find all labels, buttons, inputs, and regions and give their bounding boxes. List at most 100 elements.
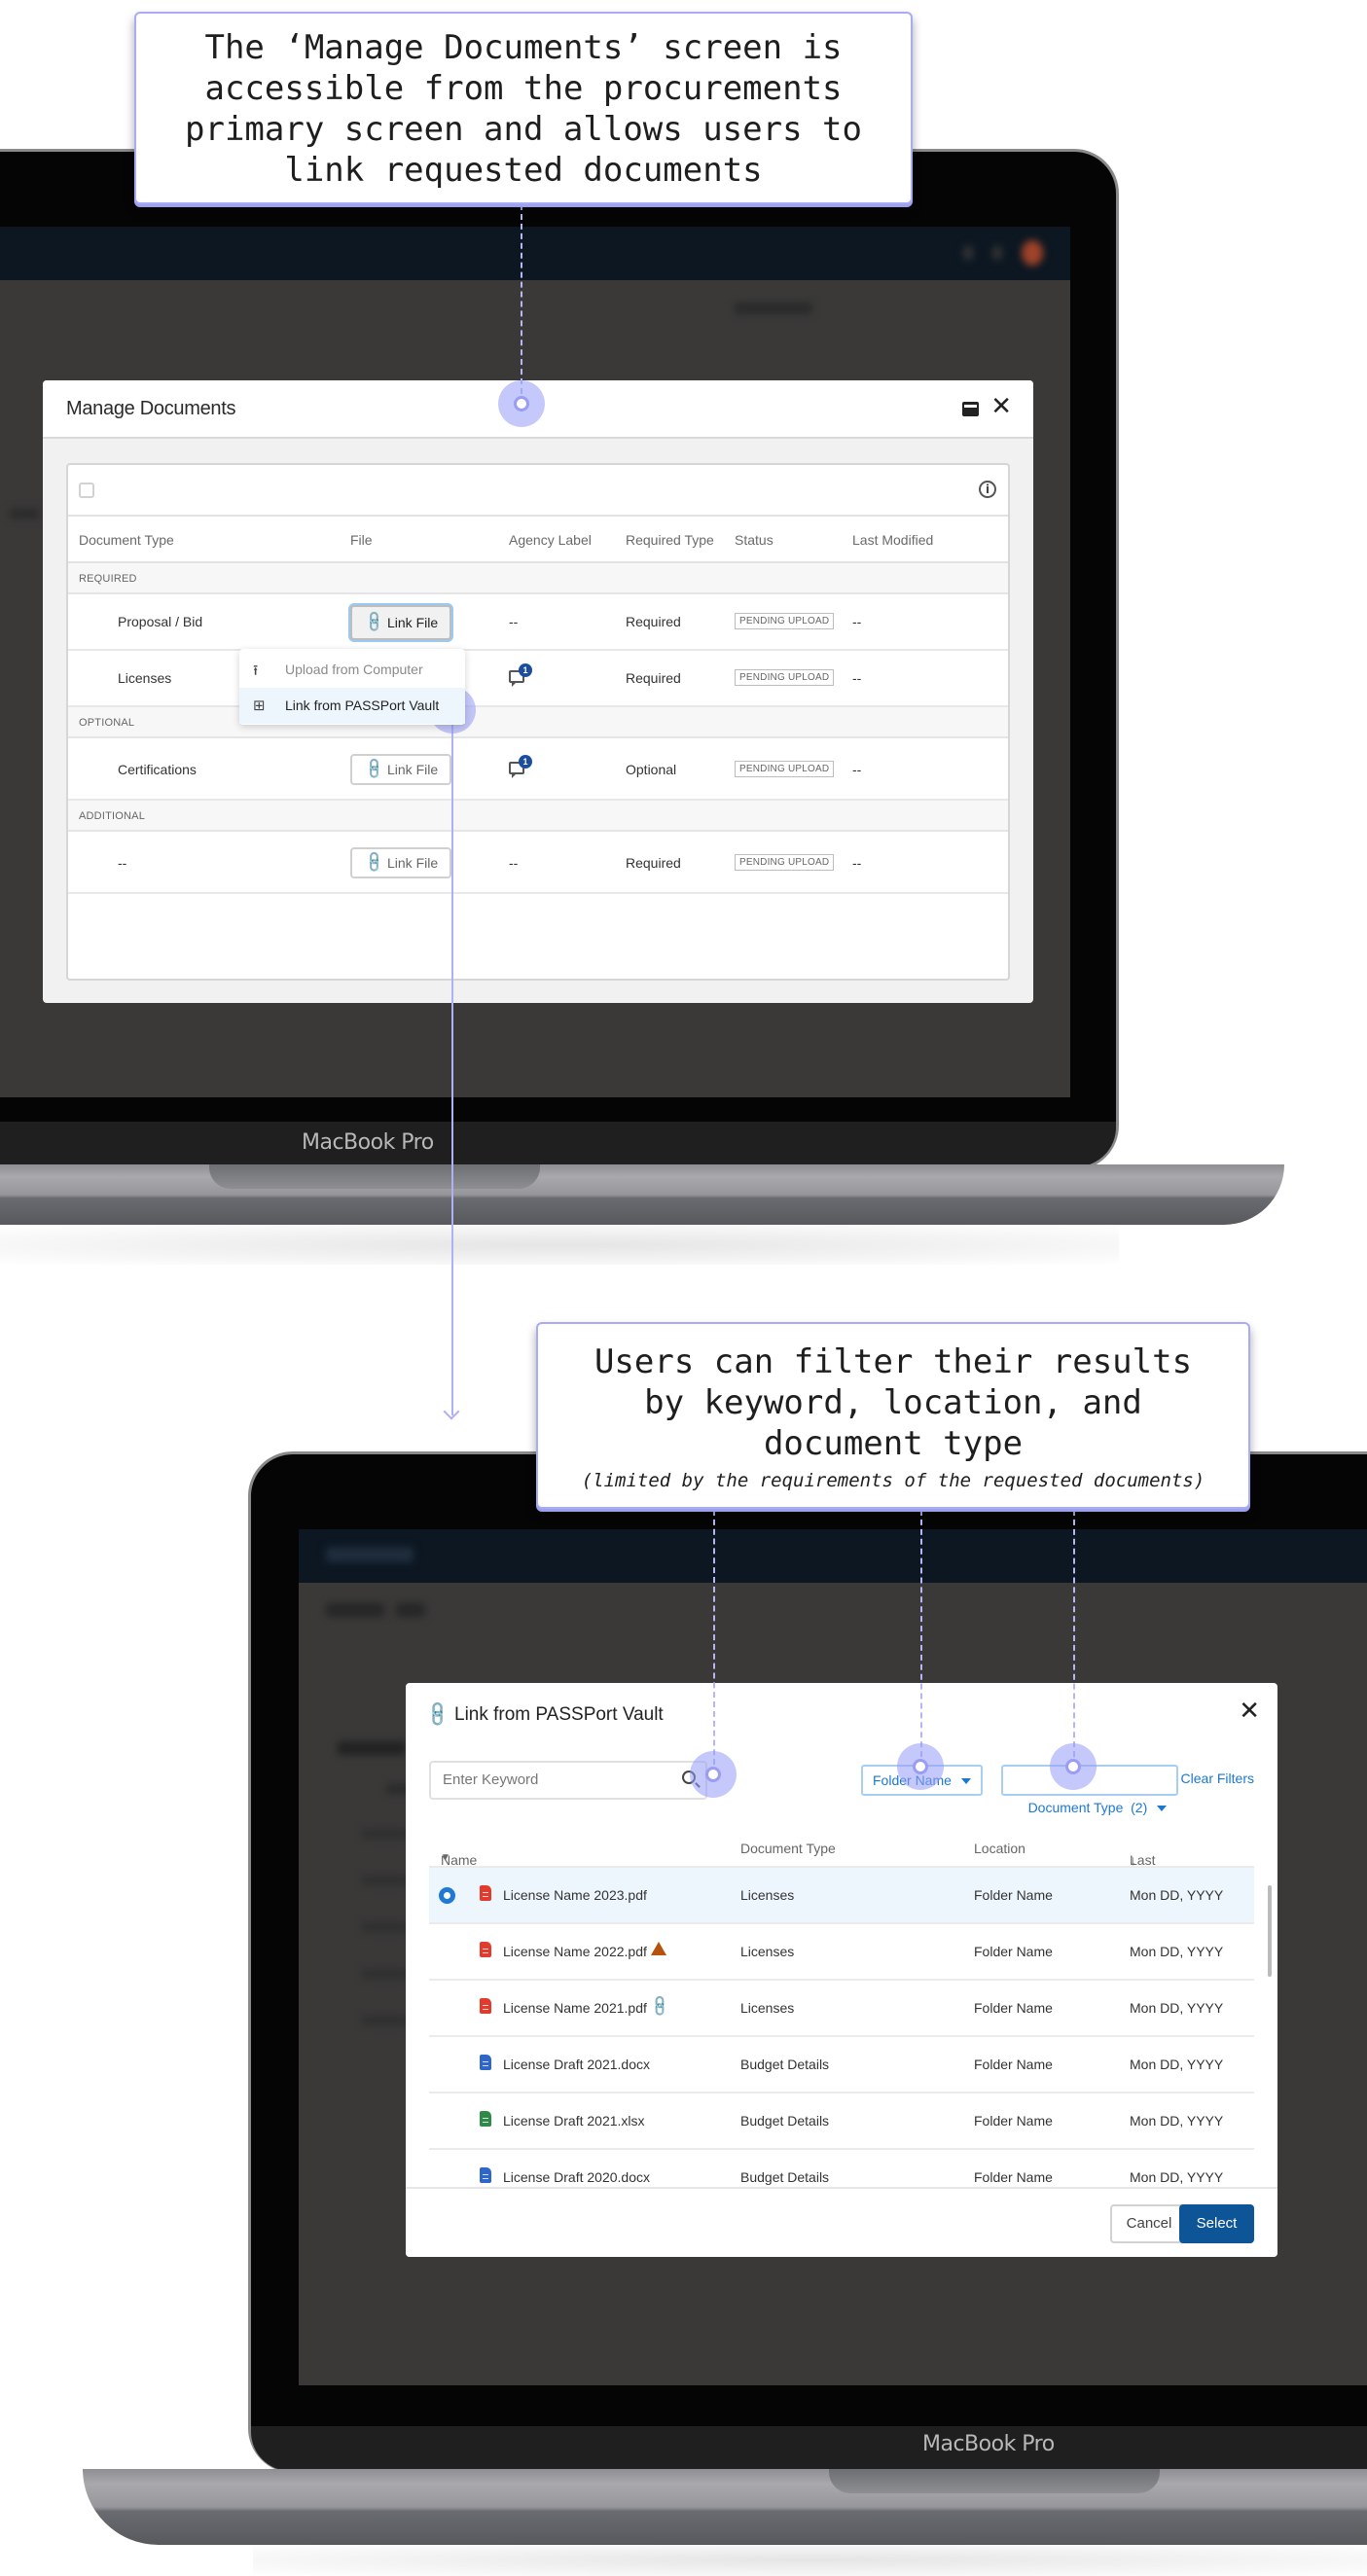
agency-label-cell: -- — [509, 855, 519, 871]
table-row: Certifications 🔗 Link File 1 Optional PEN… — [68, 738, 1008, 801]
callout-connector-line — [713, 1510, 715, 1774]
callout-connector-line — [1073, 1510, 1075, 1767]
select-all-checkbox[interactable] — [79, 483, 94, 498]
vault-table-header: Name ▼ Document Type Location Last Modif… — [429, 1829, 1254, 1883]
document-type-cell: Proposal / Bid — [118, 614, 203, 629]
info-icon[interactable]: i — [979, 481, 996, 498]
file-name: License Name 2021.pdf — [503, 2000, 647, 2016]
paperclip-icon: 🔗 — [362, 850, 387, 876]
table-row[interactable]: License Draft 2020.docx Budget Details F… — [429, 2150, 1254, 2187]
file-name: License Draft 2020.docx — [503, 2169, 650, 2185]
link-file-button[interactable]: 🔗 Link File — [350, 605, 451, 640]
menu-item-link-from-vault[interactable]: ⊞ Link from PASSPort Vault — [239, 688, 465, 724]
link-file-label: Link File — [387, 855, 439, 871]
table-row[interactable]: License Draft 2021.xlsx Budget Details F… — [429, 2093, 1254, 2150]
select-button[interactable]: Select — [1179, 2204, 1254, 2243]
filter-label: Document Type (2) — [1027, 1800, 1148, 1815]
section-additional: ADDITIONAL — [68, 801, 1008, 832]
modal-title: Manage Documents — [66, 398, 236, 419]
background-blur-breadcrumb — [396, 1603, 425, 1617]
menu-item-label: Link from PASSPort Vault — [285, 698, 440, 713]
pdf-file-icon — [480, 1885, 491, 1901]
table-scrollbar[interactable] — [1268, 1885, 1272, 1977]
clear-filters-link[interactable]: Clear Filters — [1181, 1771, 1254, 1786]
background-app-header — [0, 227, 1070, 280]
laptop-bottom-shadow — [253, 2544, 1367, 2576]
callout-connector-line — [521, 204, 522, 394]
table-row[interactable]: License Draft 2021.docx Budget Details F… — [429, 2037, 1254, 2093]
close-icon[interactable]: ✕ — [990, 394, 1012, 419]
file-name: License Draft 2021.docx — [503, 2057, 650, 2072]
table-row[interactable]: License Name 2022.pdf Licenses Folder Na… — [429, 1924, 1254, 1981]
flow-connector-line — [451, 710, 453, 1415]
flow-arrow-tip — [443, 1403, 460, 1420]
status-badge: PENDING UPLOAD — [735, 854, 835, 871]
link-file-label: Link File — [387, 615, 439, 630]
agency-label-cell: -- — [509, 614, 519, 629]
document-type-cell: Licenses — [118, 670, 172, 686]
last-modified-cell: -- — [852, 670, 862, 686]
document-type-cell: Budget Details — [740, 2169, 830, 2185]
background-blur-item — [362, 1876, 411, 1885]
callout-text: Users can filter their results by keywor… — [594, 1342, 1193, 1463]
sort-caret-down-icon: ▼ — [441, 1852, 450, 1863]
location-cell: Folder Name — [974, 1944, 1053, 1959]
cancel-button[interactable]: Cancel — [1110, 2204, 1188, 2243]
docx-file-icon — [480, 2167, 491, 2183]
pdf-file-icon — [480, 1942, 491, 1957]
table-toolbar: i — [68, 465, 1008, 517]
hotspot-marker-doctype — [1050, 1743, 1097, 1790]
docx-file-icon — [480, 2055, 491, 2070]
menu-item-label: Upload from Computer — [285, 662, 423, 677]
comment-count-badge: 1 — [519, 755, 532, 769]
hotspot-marker — [498, 380, 545, 427]
document-type-cell: Budget Details — [740, 2113, 830, 2129]
column-header-location[interactable]: Location — [974, 1841, 1025, 1856]
keyword-search-field — [429, 1761, 707, 1800]
file-name: License Name 2023.pdf — [503, 1887, 647, 1903]
background-blur-icon — [963, 246, 973, 260]
section-label: ADDITIONAL — [79, 810, 146, 822]
background-blur-item — [362, 1969, 411, 1979]
column-header-document-type[interactable]: Document Type — [740, 1841, 836, 1856]
background-blur-app-name — [326, 1547, 414, 1562]
caret-down-icon — [960, 1778, 971, 1785]
manage-documents-modal: Manage Documents ✕ i Document Type File … — [43, 380, 1033, 1003]
column-header-document-type: Document Type — [79, 532, 174, 548]
background-blur-breadcrumb — [326, 1603, 384, 1617]
laptop-top-notch — [209, 1164, 540, 1189]
paperclip-icon: 🔗 — [362, 757, 387, 782]
minimize-icon[interactable] — [962, 402, 979, 416]
callout-connector-line — [920, 1510, 922, 1767]
last-modified-cell: Mon DD, YYYY — [1130, 1887, 1224, 1903]
close-icon[interactable]: ✕ — [1239, 1697, 1260, 1726]
laptop-brand-label: MacBook Pro — [922, 2432, 1055, 2456]
link-file-dropdown-menu: ⭱ Upload from Computer ⊞ Link from PASSP… — [239, 649, 465, 725]
background-blur-avatar — [1022, 240, 1043, 266]
link-file-button[interactable]: 🔗 Link File — [350, 754, 451, 785]
table-row[interactable]: License Name 2021.pdf 🔗 Licenses Folder … — [429, 1981, 1254, 2037]
vault-table-body: License Name 2023.pdf Licenses Folder Na… — [429, 1868, 1254, 2187]
table-header-row: Document Type File Agency Label Required… — [68, 517, 1008, 563]
laptop-bottom-notch — [829, 2469, 1160, 2493]
modal-footer: Cancel Select — [406, 2187, 1277, 2257]
sort-arrow-down-icon: ↓ — [1130, 1852, 1136, 1868]
link-from-vault-modal: 🔗 Link from PASSPort Vault ✕ Folder Name… — [406, 1683, 1277, 2257]
location-cell: Folder Name — [974, 2000, 1053, 2016]
last-modified-cell: Mon DD, YYYY — [1130, 1944, 1224, 1959]
linked-icon: 🔗 — [648, 1993, 673, 2019]
location-cell: Folder Name — [974, 2169, 1053, 2185]
document-type-cell: -- — [118, 855, 127, 871]
status-badge: PENDING UPLOAD — [735, 761, 835, 777]
documents-table: i Document Type File Agency Label Requir… — [66, 463, 1010, 981]
keyword-search-input[interactable] — [443, 1771, 657, 1788]
location-cell: Folder Name — [974, 2057, 1053, 2072]
document-type-cell: Budget Details — [740, 2057, 830, 2072]
required-type-cell: Required — [626, 614, 681, 629]
table-row[interactable]: License Name 2023.pdf Licenses Folder Na… — [429, 1868, 1254, 1924]
background-blur-item — [362, 2016, 411, 2025]
row-radio-selected[interactable] — [439, 1887, 455, 1904]
table-row: Proposal / Bid 🔗 Link File -- Required PE… — [68, 594, 1008, 651]
link-file-button[interactable]: 🔗 Link File — [350, 847, 451, 878]
menu-item-upload-from-computer[interactable]: ⭱ Upload from Computer — [239, 652, 465, 688]
